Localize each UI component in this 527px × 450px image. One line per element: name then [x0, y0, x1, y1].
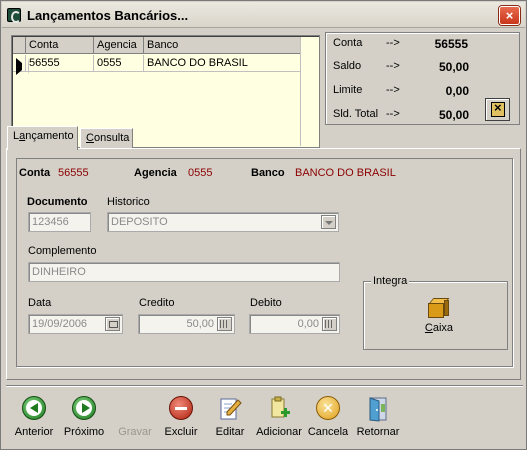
historico-select[interactable]: DEPOSITO	[107, 212, 339, 232]
editar-button[interactable]: Editar	[212, 396, 248, 444]
grid-indicator-header	[13, 37, 26, 54]
adicionar-label: Adicionar	[256, 426, 302, 438]
cell-banco[interactable]: BANCO DO BRASIL	[144, 55, 301, 72]
chevron-down-icon[interactable]	[321, 215, 336, 229]
debito-field[interactable]: 0,00	[249, 314, 340, 334]
calculator-icon	[491, 100, 505, 117]
summary-limite-arrow: -->	[386, 84, 400, 96]
calculator-button[interactable]	[485, 98, 510, 121]
arrow-right-icon	[72, 396, 96, 420]
debito-value: 0,00	[297, 318, 319, 330]
main-window: Lançamentos Bancários... × Conta Agencia…	[0, 0, 527, 450]
header-conta-label: Conta	[19, 167, 51, 179]
cancela-button[interactable]: ✕ Cancela	[307, 396, 349, 444]
table-row[interactable]: 56555 0555 BANCO DO BRASIL	[13, 55, 301, 75]
credito-field[interactable]: 50,00	[138, 314, 235, 334]
anterior-label: Anterior	[14, 426, 54, 438]
proximo-label: Próximo	[63, 426, 105, 438]
documento-label: Documento	[27, 196, 88, 208]
action-toolbar: Anterior Próximo Gravar Excluir Editar A…	[6, 385, 523, 445]
gravar-button[interactable]: Gravar	[114, 396, 156, 444]
column-header-agencia[interactable]: Agencia	[94, 37, 144, 54]
header-banco-value: BANCO DO BRASIL	[295, 167, 396, 179]
retornar-button[interactable]: Retornar	[355, 396, 401, 444]
tab-consulta-rest: onsulta	[93, 132, 130, 144]
historico-label: Historico	[107, 196, 150, 208]
caixa-label-rest: aixa	[432, 322, 454, 334]
calendar-icon[interactable]	[105, 317, 120, 331]
save-icon	[122, 396, 148, 422]
grid-blank-area	[300, 37, 318, 146]
calculator-icon[interactable]	[322, 317, 337, 331]
complemento-label: Complemento	[28, 245, 97, 257]
credito-value: 50,00	[186, 318, 214, 330]
title-bar[interactable]: Lançamentos Bancários... ×	[2, 2, 525, 28]
app-icon	[7, 8, 21, 23]
window-title: Lançamentos Bancários...	[27, 8, 189, 23]
header-conta-value: 56555	[58, 167, 89, 179]
tab-consulta-hotkey: C	[86, 132, 94, 144]
gravar-label: Gravar	[118, 426, 152, 438]
exit-door-icon	[365, 396, 391, 422]
retornar-label: Retornar	[356, 426, 400, 438]
integra-group: Integra Caixa	[363, 275, 508, 350]
column-header-conta[interactable]: Conta	[26, 37, 94, 54]
anterior-button[interactable]: Anterior	[14, 396, 54, 444]
integra-legend: Integra	[371, 275, 410, 287]
summary-panel: Conta --> 56555 Saldo --> 50,00 Limite -…	[325, 32, 520, 125]
tab-lancamento-rest: nçamento	[25, 130, 74, 142]
tab-panel-lancamento: Conta 56555 Agencia 0555 Banco BANCO DO …	[6, 148, 521, 380]
close-button[interactable]: ×	[499, 6, 520, 25]
summary-sld-total-label: Sld. Total	[333, 108, 379, 120]
data-label: Data	[28, 297, 52, 309]
box-icon	[428, 298, 450, 318]
excluir-button[interactable]: Excluir	[161, 396, 201, 444]
cell-conta[interactable]: 56555	[26, 55, 94, 72]
documento-field[interactable]: 123456	[28, 212, 91, 232]
edit-icon	[217, 396, 243, 422]
data-value: 19/09/2006	[32, 318, 88, 330]
cell-agencia[interactable]: 0555	[94, 55, 144, 72]
summary-conta-label: Conta	[333, 37, 363, 49]
column-header-banco[interactable]: Banco	[144, 37, 301, 54]
summary-limite-label: Limite	[333, 84, 363, 96]
summary-sld-total-arrow: -->	[386, 108, 400, 120]
credito-label: Credito	[139, 297, 175, 309]
summary-saldo-arrow: -->	[386, 60, 400, 72]
summary-saldo-label: Saldo	[333, 60, 362, 72]
cancela-label: Cancela	[307, 426, 349, 438]
tab-consulta[interactable]: Consulta	[80, 128, 133, 149]
calculator-icon[interactable]	[217, 317, 232, 331]
header-banco-label: Banco	[251, 167, 285, 179]
tab-lancamento[interactable]: Lançamento	[7, 126, 78, 150]
cancel-icon: ✕	[316, 396, 340, 420]
summary-conta-value: 56555	[434, 37, 468, 51]
add-icon	[266, 396, 292, 422]
caixa-hotkey: C	[424, 322, 433, 334]
row-indicator-icon	[13, 55, 29, 75]
caixa-button[interactable]: Caixa	[419, 298, 459, 344]
arrow-left-icon	[22, 396, 46, 420]
header-agencia-value: 0555	[188, 167, 213, 179]
editar-label: Editar	[215, 426, 245, 438]
proximo-button[interactable]: Próximo	[62, 396, 106, 444]
summary-saldo-value: 50,00	[438, 60, 469, 74]
excluir-label: Excluir	[164, 426, 198, 438]
summary-sld-total-value: 50,00	[438, 108, 469, 122]
data-field[interactable]: 19/09/2006	[28, 314, 123, 334]
adicionar-button[interactable]: Adicionar	[255, 396, 303, 444]
historico-value: DEPOSITO	[111, 216, 168, 228]
entry-form: Conta 56555 Agencia 0555 Banco BANCO DO …	[16, 158, 513, 367]
summary-limite-value: 0,00	[445, 84, 469, 98]
delete-icon	[169, 396, 193, 420]
grid-header: Conta Agencia Banco	[13, 37, 301, 54]
summary-conta-arrow: -->	[386, 37, 400, 49]
complemento-field[interactable]: DINHEIRO	[28, 262, 340, 282]
debito-label: Debito	[250, 297, 282, 309]
header-agencia-label: Agencia	[134, 167, 177, 179]
